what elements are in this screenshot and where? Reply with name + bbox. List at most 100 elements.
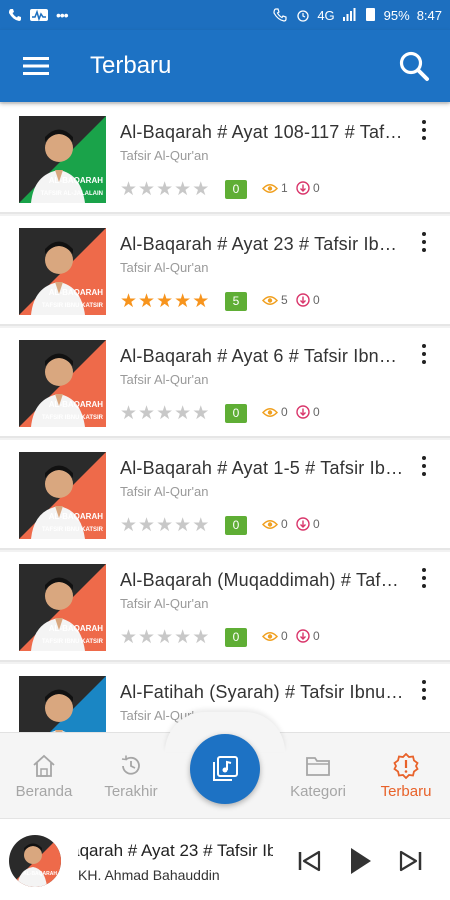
next-button[interactable]	[394, 845, 426, 877]
nav-beranda[interactable]: Beranda	[4, 752, 84, 800]
list-item[interactable]: AL-BAQARAH TAFSIR IBNU KATSIR Al-Baqarah #…	[0, 440, 450, 550]
nav-beranda-label: Beranda	[15, 783, 73, 800]
download-count: 0	[296, 629, 320, 643]
star-icon[interactable]: ★	[138, 292, 155, 311]
artwork-sublabel: TAFSIR IBNU KATSIR	[41, 527, 103, 533]
nav-terbaru[interactable]: Terbaru	[366, 752, 446, 800]
nav-kategori[interactable]: Kategori	[278, 752, 358, 800]
list-item[interactable]: AL-BAQARAH TAFSIR IBNU KATSIR Al-Baqarah (…	[0, 552, 450, 662]
star-rating[interactable]: ★ ★ ★ ★ ★	[120, 404, 209, 423]
list-item[interactable]: AL-BAQARAH TAFSIR IBNU KATSIR Al-Baqarah #…	[0, 216, 450, 326]
episode-artwork-image	[19, 452, 106, 539]
episode-category: Tafsir Al-Qur'an	[120, 596, 209, 611]
star-icon[interactable]: ★	[174, 516, 191, 535]
download-count-value: 0	[313, 405, 320, 419]
signal-icon	[342, 8, 356, 21]
search-icon	[399, 51, 429, 81]
star-icon[interactable]: ★	[120, 180, 137, 199]
previous-button[interactable]	[294, 845, 326, 877]
artwork-sublabel: TAFSIR AL-JALALAIN	[40, 191, 103, 197]
view-count: 0	[262, 517, 288, 531]
download-count: 0	[296, 517, 320, 531]
eye-icon	[262, 407, 278, 417]
more-options-button[interactable]	[414, 566, 434, 590]
episode-artwork: AL-BAQARAH TAFSIR AL-JALALAIN	[19, 116, 106, 203]
view-count: 0	[262, 629, 288, 643]
star-icon[interactable]: ★	[138, 404, 155, 423]
episode-category: Tafsir Al-Qur'an	[120, 484, 209, 499]
star-icon[interactable]: ★	[138, 516, 155, 535]
view-count: 5	[262, 293, 288, 307]
star-icon[interactable]: ★	[174, 180, 191, 199]
star-icon[interactable]: ★	[192, 404, 209, 423]
folder-icon	[306, 757, 330, 776]
alarm-icon	[297, 10, 309, 22]
eye-icon	[262, 295, 278, 305]
list-item[interactable]: AL-BAQARAH TAFSIR AL-JALALAIN Al-Baqarah #…	[0, 104, 450, 214]
more-notifications-icon: •••	[56, 7, 69, 23]
hamburger-menu-icon	[23, 57, 49, 75]
search-button[interactable]	[378, 30, 450, 102]
star-icon[interactable]: ★	[120, 628, 137, 647]
nav-terakhir[interactable]: Terakhir	[91, 752, 171, 800]
more-options-button[interactable]	[414, 342, 434, 366]
star-icon[interactable]: ★	[192, 180, 209, 199]
episode-title: Al-Baqarah # Ayat 6 # Tafsir Ibnu Katsir	[120, 346, 405, 366]
more-vert-icon	[422, 344, 426, 348]
play-icon	[351, 848, 371, 874]
artwork-label: AL-BAQARAH	[48, 288, 103, 297]
episode-artwork-image	[19, 676, 106, 732]
more-options-button[interactable]	[414, 230, 434, 254]
sim-icon	[365, 8, 375, 21]
play-button[interactable]	[344, 845, 376, 877]
star-icon[interactable]: ★	[138, 628, 155, 647]
star-rating[interactable]: ★ ★ ★ ★ ★	[120, 628, 209, 647]
star-icon[interactable]: ★	[156, 180, 173, 199]
player-artwork: AL-BAQARAH	[9, 835, 61, 887]
star-icon[interactable]: ★	[174, 292, 191, 311]
episode-artwork	[19, 676, 106, 732]
star-icon[interactable]: ★	[138, 180, 155, 199]
star-rating[interactable]: ★ ★ ★ ★ ★	[120, 516, 209, 535]
star-icon[interactable]: ★	[174, 404, 191, 423]
more-vert-icon	[422, 120, 426, 124]
rating-badge: 0	[225, 404, 247, 423]
star-icon[interactable]: ★	[174, 628, 191, 647]
artwork-label: AL-BAQARAH	[48, 176, 103, 185]
star-rating[interactable]: ★ ★ ★ ★ ★	[120, 292, 209, 311]
playlist-fab-button[interactable]	[190, 734, 260, 804]
artwork-label: AL-BAQARAH	[48, 624, 103, 633]
star-icon[interactable]: ★	[156, 516, 173, 535]
download-count-value: 0	[313, 293, 320, 307]
episode-category: Tafsir Al-Qur'an	[120, 148, 209, 163]
menu-button[interactable]	[0, 30, 72, 102]
app-bar: Terbaru	[0, 30, 450, 102]
star-rating[interactable]: ★ ★ ★ ★ ★	[120, 180, 209, 199]
star-icon[interactable]: ★	[156, 292, 173, 311]
more-options-button[interactable]	[414, 118, 434, 142]
star-icon[interactable]: ★	[156, 628, 173, 647]
episode-artwork-image	[19, 228, 106, 315]
more-options-button[interactable]	[414, 454, 434, 478]
star-icon[interactable]: ★	[192, 628, 209, 647]
rating-badge: 0	[225, 180, 247, 199]
star-icon[interactable]: ★	[120, 404, 137, 423]
player-artwork-label: AL-BAQARAH	[23, 871, 57, 877]
star-icon[interactable]: ★	[156, 404, 173, 423]
more-options-button[interactable]	[414, 678, 434, 702]
episode-title: Al-Baqarah # Ayat 23 # Tafsir Ibnu Katsi…	[120, 234, 405, 254]
eye-icon	[262, 183, 278, 193]
star-icon[interactable]: ★	[120, 516, 137, 535]
more-vert-icon	[422, 232, 426, 236]
player-track-title: Al-Baqarah # Ayat 23 # Tafsir Ibnu Katsi…	[78, 841, 273, 860]
new-badge-icon	[393, 753, 419, 779]
star-icon[interactable]: ★	[192, 292, 209, 311]
episode-category: Tafsir Al-Qur'an	[120, 372, 209, 387]
home-icon	[33, 754, 55, 777]
view-count: 1	[262, 181, 288, 195]
activity-icon	[30, 9, 48, 22]
mini-player[interactable]: AL-BAQARAH Al-Baqarah # Ayat 23 # Tafsir…	[0, 818, 450, 900]
star-icon[interactable]: ★	[192, 516, 209, 535]
star-icon[interactable]: ★	[120, 292, 137, 311]
list-item[interactable]: AL-BAQARAH TAFSIR IBNU KATSIR Al-Baqarah #…	[0, 328, 450, 438]
